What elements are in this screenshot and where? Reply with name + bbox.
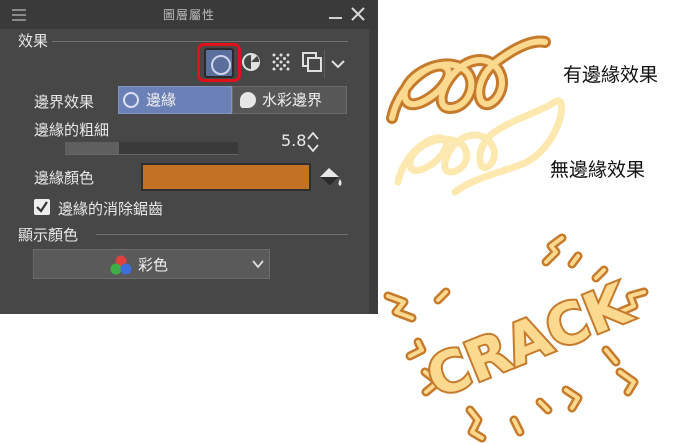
watercolor-icon [240,92,256,108]
check-icon [36,201,48,213]
crack-burst [383,233,649,443]
border-width-slider[interactable] [65,142,238,155]
window-title: 圖層屬性 [162,8,215,22]
border-option-watercolor-label: 水彩邊界 [262,91,323,109]
border-option-edge-label: 邊緣 [146,91,177,109]
border-color-label: 邊緣顏色 [34,169,95,187]
caption-with-border: 有邊緣效果 [563,64,659,86]
border-width-value[interactable]: 5.8 [281,131,306,150]
caption-without-border: 無邊緣效果 [550,159,646,181]
dots-effect-icon[interactable] [271,52,291,72]
effect-section-label: 效果 [18,32,49,50]
display-color-select[interactable]: 彩色 [33,249,270,279]
layer-effect-icon[interactable] [301,51,323,73]
slider-fill [65,142,119,154]
section-divider [52,41,348,42]
effect-dropdown-button[interactable] [324,50,350,78]
crack-word: CRACK [416,269,643,414]
stepper-icon[interactable] [306,130,320,154]
red-highlight-box [197,43,241,82]
loop-stroke-without-border [394,97,566,196]
border-width-label: 邊緣的粗細 [34,121,110,139]
minimize-icon[interactable] [329,17,342,19]
border-option-edge[interactable]: 邊緣 [118,86,232,114]
border-color-swatch[interactable] [141,163,311,191]
chevron-down-icon [331,60,345,69]
paint-bucket-icon[interactable] [317,165,345,191]
border-option-watercolor[interactable]: 水彩邊界 [232,86,347,114]
antialias-label: 邊緣的消除鋸齒 [58,200,164,218]
color-mode-icon [110,255,132,275]
loop-stroke-with-border [386,35,551,124]
layer-property-panel: 圖層屬性 效果 邊界效果 邊緣 水彩邊界 邊緣的粗細 5.8 邊緣顏色 邊緣的消… [0,0,378,314]
display-color-value: 彩色 [138,256,169,274]
chevron-down-icon [252,260,264,269]
tone-effect-icon[interactable] [240,51,262,73]
antialias-checkbox[interactable] [34,199,50,215]
close-icon[interactable] [350,6,366,22]
title-bar: 圖層屬性 [0,0,378,29]
crack-text: CRACK [418,271,641,412]
border-effect-label: 邊界效果 [34,93,95,111]
section-divider [96,234,348,235]
circle-icon [123,92,139,108]
scrollbar[interactable] [369,29,378,314]
display-color-section-label: 顯示顏色 [18,226,79,244]
